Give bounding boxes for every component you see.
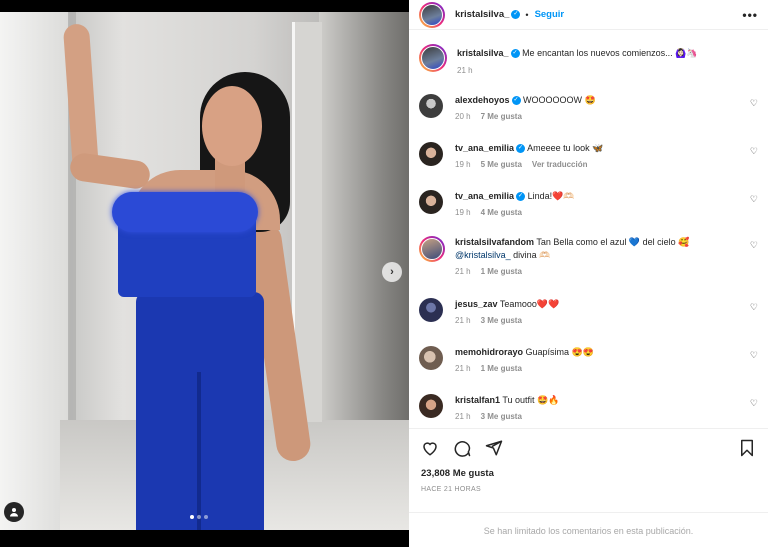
chevron-right-icon[interactable]: › xyxy=(382,262,402,282)
comment-likes[interactable]: 3 Me gusta xyxy=(481,412,522,421)
photo-jumpsuit-split xyxy=(197,372,201,530)
heart-icon[interactable]: ♡ xyxy=(750,240,758,251)
heart-icon[interactable]: ♡ xyxy=(750,398,758,409)
comment-username[interactable]: kristalfan1 xyxy=(455,395,500,405)
header-separator: • xyxy=(525,9,529,20)
comment-text: Ameeee tu look 🦋 xyxy=(527,143,604,153)
carousel-dot xyxy=(190,515,194,519)
save-icon[interactable] xyxy=(736,437,758,459)
comment-time: 21 h xyxy=(455,316,471,325)
verified-icon: ✓ xyxy=(511,10,521,19)
verified-icon: ✓ xyxy=(516,144,526,154)
comment-line: tv_ana_emilia ✓ Linda!❤️🫶🏻 xyxy=(455,190,758,203)
comment-row: kristalfan1 Tu outfit 🤩🔥 21 h3 Me gusta … xyxy=(409,394,768,421)
comment-likes[interactable]: 1 Me gusta xyxy=(481,364,522,373)
more-icon[interactable]: ••• xyxy=(742,8,758,22)
author-username[interactable]: kristalsilva_ xyxy=(455,9,509,20)
heart-icon[interactable]: ♡ xyxy=(750,98,758,109)
comment-row: memohidrorayo Guapísima 😍😍 21 h 1 Me gust… xyxy=(409,346,768,373)
post-panel: kristalsilva_ ✓ • Seguir ••• kristalsilv… xyxy=(409,0,768,547)
comment-time: 20 h xyxy=(455,112,471,121)
comment-time: 21 h xyxy=(455,267,471,276)
post-media: › xyxy=(0,0,409,547)
photo-feather-trim xyxy=(112,192,258,232)
follow-button[interactable]: Seguir xyxy=(535,9,565,20)
comment-likes[interactable]: 3 Me gusta xyxy=(481,316,522,325)
comments-limited-notice: Se han limitado los comentarios en esta … xyxy=(409,512,768,547)
comment-username[interactable]: jesus_zav xyxy=(455,299,498,309)
comment-likes[interactable]: 4 Me gusta xyxy=(481,208,522,217)
comment-row: alexdehoyos ✓ WOOOOOOW 🤩 20 h 7 Me gusta ♡ xyxy=(409,94,768,121)
caption-time: 21 h xyxy=(457,66,473,75)
comment-time: 21 h xyxy=(455,412,471,421)
user-tag-icon[interactable] xyxy=(4,502,24,522)
share-icon[interactable] xyxy=(483,437,505,459)
caption-line: kristalsilva_ ✓ Me encantan los nuevos co… xyxy=(457,47,758,60)
commenter-avatar[interactable] xyxy=(419,346,443,370)
carousel-dot xyxy=(197,515,201,519)
commenter-avatar[interactable] xyxy=(419,94,443,118)
post-photo[interactable] xyxy=(0,12,409,530)
comment-text: divina 🫶🏻 xyxy=(513,250,551,260)
commenter-avatar[interactable] xyxy=(419,190,443,214)
commenter-avatar[interactable] xyxy=(419,142,443,166)
heart-icon[interactable]: ♡ xyxy=(750,350,758,361)
comment-username[interactable]: alexdehoyos xyxy=(455,95,510,105)
heart-icon[interactable]: ♡ xyxy=(750,302,758,313)
author-avatar[interactable] xyxy=(419,1,445,28)
comments-list[interactable]: kristalsilva_ ✓ Me encantan los nuevos co… xyxy=(409,36,768,428)
comment-text: Tu outfit 🤩🔥 xyxy=(502,395,560,405)
posted-time: HACE 21 HORAS xyxy=(421,486,481,493)
photo-pillar xyxy=(0,12,68,530)
comment-line: kristalfan1 Tu outfit 🤩🔥 xyxy=(455,394,758,407)
heart-icon[interactable]: ♡ xyxy=(750,146,758,157)
comment-username[interactable]: kristalsilvafandom xyxy=(455,237,534,247)
likes-count[interactable]: 23,808 Me gusta xyxy=(421,468,494,479)
comment-time: 19 h xyxy=(455,160,471,169)
caption-username[interactable]: kristalsilva_ xyxy=(457,48,509,58)
verified-icon: ✓ xyxy=(510,49,520,59)
comment-row: jesus_zav Teamooo❤️❤️ 21 h 3 Me gusta ♡ xyxy=(409,298,768,325)
comment-username[interactable]: tv_ana_emilia xyxy=(455,191,514,201)
heart-icon[interactable] xyxy=(419,437,441,459)
comment-likes[interactable]: 5 Me gusta xyxy=(481,160,522,169)
comment-username[interactable]: memohidrorayo xyxy=(455,347,523,357)
comment-likes[interactable]: 1 Me gusta xyxy=(481,267,522,276)
comment-username[interactable]: tv_ana_emilia xyxy=(455,143,514,153)
carousel-dot xyxy=(204,515,208,519)
comment-text: Guapísima 😍😍 xyxy=(525,347,594,357)
comment-mention[interactable]: @kristalsilva_ xyxy=(455,250,511,260)
comment-icon[interactable] xyxy=(451,437,473,459)
post-header: kristalsilva_ ✓ • Seguir ••• xyxy=(409,0,768,30)
comment-time: 19 h xyxy=(455,208,471,217)
caption-row: kristalsilva_ ✓ Me encantan los nuevos co… xyxy=(409,44,768,75)
comment-line: memohidrorayo Guapísima 😍😍 xyxy=(455,346,758,359)
author-avatar[interactable] xyxy=(419,44,447,72)
comment-row: kristalsilvafandom Tan Bella como el azu… xyxy=(409,236,768,276)
comment-row: tv_ana_emilia ✓ Linda!❤️🫶🏻 19 h 4 Me gusta… xyxy=(409,190,768,217)
commenter-avatar[interactable] xyxy=(419,236,445,262)
comment-text: Tan Bella como el azul 💙 del cielo 🥰 xyxy=(536,237,690,247)
comment-line: alexdehoyos ✓ WOOOOOOW 🤩 xyxy=(455,94,758,107)
verified-icon: ✓ xyxy=(511,96,521,106)
comment-text: Linda!❤️🫶🏻 xyxy=(527,191,575,201)
comment-row: tv_ana_emilia ✓ Ameeee tu look 🦋 19 h 5 Me… xyxy=(409,142,768,169)
caption-text: Me encantan los nuevos comienzos... 🙆🏻‍♀… xyxy=(522,48,698,58)
action-bar xyxy=(409,428,768,468)
verified-icon: ✓ xyxy=(516,192,526,202)
comment-line: tv_ana_emilia ✓ Ameeee tu look 🦋 xyxy=(455,142,758,155)
heart-icon[interactable]: ♡ xyxy=(750,194,758,205)
comment-line: jesus_zav Teamooo❤️❤️ xyxy=(455,298,758,311)
see-translation-link[interactable]: Ver traducción xyxy=(532,160,588,169)
comment-text: WOOOOOOW 🤩 xyxy=(523,95,596,105)
carousel-dots xyxy=(190,515,208,519)
comment-line: kristalsilvafandom Tan Bella como el azu… xyxy=(455,236,758,262)
comment-likes[interactable]: 7 Me gusta xyxy=(481,112,522,121)
photo-figure-face xyxy=(202,86,262,166)
photo-figure-arm xyxy=(68,151,152,191)
commenter-avatar[interactable] xyxy=(419,394,443,418)
comment-text: Teamooo❤️❤️ xyxy=(499,299,560,309)
comment-time: 21 h xyxy=(455,364,471,373)
commenter-avatar[interactable] xyxy=(419,298,443,322)
